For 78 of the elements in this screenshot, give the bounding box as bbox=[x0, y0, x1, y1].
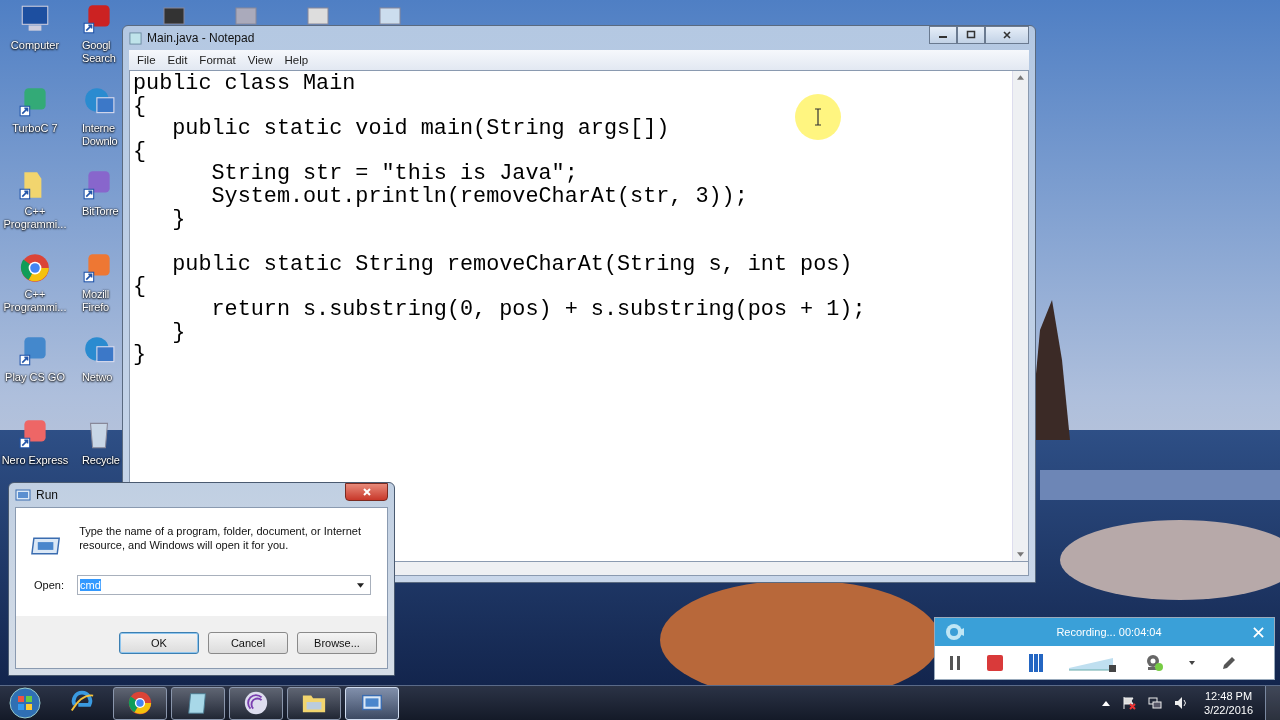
vertical-scrollbar[interactable] bbox=[1012, 71, 1028, 561]
code-line: { bbox=[133, 140, 147, 164]
menu-item[interactable]: Edit bbox=[161, 54, 194, 66]
menu-item[interactable]: Help bbox=[278, 54, 315, 66]
icon-label: Play CS GO bbox=[4, 371, 66, 384]
icon-label: Interne Downlo bbox=[82, 122, 119, 148]
icon-label: Netwo bbox=[82, 371, 114, 384]
maximize-button[interactable] bbox=[957, 26, 985, 44]
code-line: public static void main(String args[]) bbox=[171, 118, 670, 141]
taskbar-button[interactable] bbox=[171, 686, 225, 720]
close-icon[interactable] bbox=[1253, 626, 1264, 638]
camera-icon bbox=[945, 622, 965, 642]
torrent-icon bbox=[243, 690, 269, 716]
show-desktop-button[interactable] bbox=[1265, 686, 1280, 720]
close-button[interactable] bbox=[345, 483, 388, 501]
menu-item[interactable]: Format bbox=[193, 54, 242, 66]
pause-icon[interactable] bbox=[949, 655, 961, 670]
window-title: Run bbox=[36, 488, 58, 502]
start-button[interactable] bbox=[9, 687, 41, 719]
caret-icon[interactable] bbox=[1189, 660, 1195, 665]
icon-label: Googl Search bbox=[82, 39, 117, 65]
taskbar-button[interactable] bbox=[113, 686, 167, 720]
code-line: { bbox=[133, 95, 147, 119]
flag-icon[interactable] bbox=[1122, 696, 1137, 710]
cursor-highlight bbox=[794, 93, 842, 141]
run-icon bbox=[30, 534, 62, 558]
clock[interactable]: 12:48 PM 3/22/2016 bbox=[1204, 689, 1253, 717]
taskbar-button[interactable] bbox=[229, 686, 283, 720]
time-text: 12:48 PM bbox=[1205, 689, 1253, 703]
code-line: public static String removeCharAt(String s, int pos) bbox=[171, 253, 853, 277]
run-icon bbox=[15, 489, 31, 501]
dialog-button[interactable]: OK bbox=[119, 632, 199, 654]
bars-icon[interactable] bbox=[1029, 653, 1043, 672]
webcam-icon[interactable] bbox=[1145, 653, 1163, 672]
dialog-button[interactable]: Browse... bbox=[297, 632, 377, 654]
scroll-up-icon[interactable] bbox=[1017, 75, 1024, 80]
code-line: String str = "this is Java"; bbox=[210, 163, 578, 186]
notepad-icon bbox=[129, 31, 142, 45]
icon-label: Recycle bbox=[82, 454, 121, 467]
code-line: return s.substring(0, pos) + s.substring(pos + 1); bbox=[210, 298, 866, 322]
maximize-icon bbox=[966, 30, 976, 40]
icon-label: C++ Programmi... bbox=[2, 205, 68, 231]
code-line: } bbox=[171, 208, 186, 232]
code-line: } bbox=[133, 344, 147, 367]
icon-label: C++ Programmi... bbox=[2, 288, 68, 314]
chrome-icon[interactable] bbox=[18, 251, 52, 285]
icon-label: Computer bbox=[9, 39, 61, 52]
icon-label: BitTorre bbox=[82, 205, 120, 218]
description-text: Type the name of a program, folder, document, or Internet resource, and Windows will open it for you. bbox=[79, 524, 362, 552]
menu-item[interactable]: View bbox=[241, 54, 279, 66]
network-icon[interactable] bbox=[1148, 696, 1163, 710]
close-icon bbox=[361, 487, 372, 497]
icon-label: TurboC 7 bbox=[11, 122, 59, 135]
code-line: System.out.println(removeCharAt(str, 3)); bbox=[210, 185, 748, 209]
stop-icon[interactable] bbox=[987, 654, 1003, 671]
dialog-button[interactable]: Cancel bbox=[208, 632, 288, 654]
menu-item[interactable]: File bbox=[131, 54, 162, 66]
minimize-button[interactable] bbox=[929, 26, 957, 44]
open-label: Open: bbox=[34, 579, 64, 591]
recording-status: Recording... 00:04:04 bbox=[1055, 626, 1163, 638]
taskbar-button[interactable] bbox=[287, 686, 341, 720]
program-icon[interactable] bbox=[160, 6, 188, 26]
show-hidden-icons-icon[interactable] bbox=[1102, 700, 1111, 706]
scroll-down-icon[interactable] bbox=[1017, 552, 1024, 557]
code-line: { bbox=[133, 276, 147, 299]
close-icon bbox=[1002, 30, 1012, 40]
window-title: Main.java - Notepad bbox=[147, 31, 255, 45]
icon-label: Nero Express bbox=[1, 454, 69, 467]
close-button[interactable] bbox=[985, 26, 1029, 44]
icon-label: Mozill Firefo bbox=[82, 288, 110, 314]
chrome-icon bbox=[127, 690, 153, 716]
speaker-icon[interactable] bbox=[1174, 696, 1189, 710]
code-line: public class Main bbox=[133, 73, 356, 96]
code-line: } bbox=[171, 321, 186, 345]
date-text: 3/22/2016 bbox=[1204, 703, 1253, 717]
program-icon[interactable] bbox=[376, 6, 404, 26]
program-icon[interactable] bbox=[304, 6, 332, 26]
pen-icon[interactable] bbox=[1221, 654, 1237, 671]
